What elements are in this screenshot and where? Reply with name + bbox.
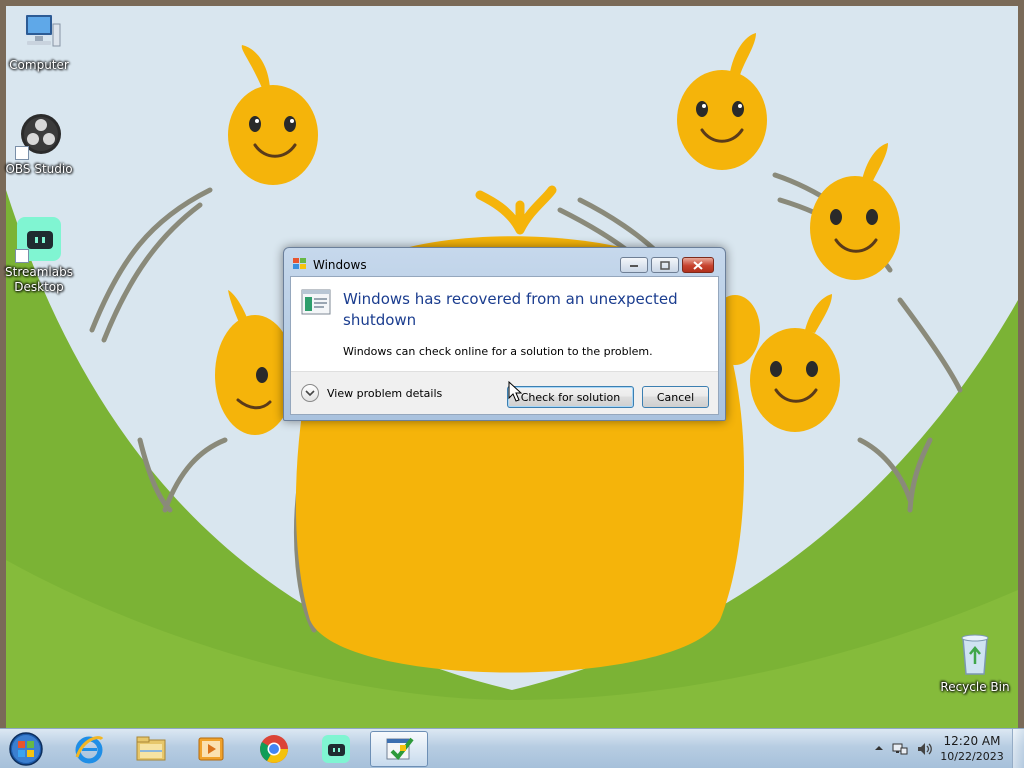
network-icon[interactable] bbox=[892, 741, 908, 757]
close-button[interactable] bbox=[682, 257, 714, 273]
shortcut-arrow-icon bbox=[15, 146, 29, 160]
minimize-button[interactable] bbox=[620, 257, 648, 273]
desktop-icon-recycle-bin[interactable]: Recycle Bin bbox=[937, 630, 1013, 695]
streamlabs-icon bbox=[322, 735, 350, 763]
taskbar: 12:20 AM 10/22/2023 bbox=[0, 728, 1024, 768]
close-icon bbox=[693, 260, 703, 270]
dialog-message: Windows can check online for a solution … bbox=[343, 345, 653, 358]
maximize-icon bbox=[660, 260, 670, 270]
dialog-heading: Windows has recovered from an unexpected… bbox=[343, 290, 678, 329]
desktop-icon-computer[interactable]: Computer bbox=[1, 8, 77, 73]
cancel-button[interactable]: Cancel bbox=[642, 386, 709, 408]
view-problem-details-toggle[interactable]: View problem details bbox=[301, 383, 442, 403]
minimize-icon bbox=[630, 265, 638, 267]
taskbar-streamlabs[interactable] bbox=[307, 731, 365, 767]
obs-studio-icon bbox=[15, 112, 63, 160]
media-player-icon bbox=[198, 737, 224, 761]
start-button[interactable] bbox=[4, 730, 48, 768]
volume-icon[interactable] bbox=[916, 741, 934, 757]
problem-reports-icon bbox=[386, 737, 414, 761]
start-orb-icon bbox=[9, 732, 43, 766]
desktop-icon-label: Recycle Bin bbox=[940, 680, 1010, 694]
internet-explorer-icon bbox=[75, 736, 104, 764]
windows-flag-icon bbox=[292, 257, 308, 271]
show-desktop-button[interactable] bbox=[1012, 729, 1024, 768]
taskbar-clock[interactable]: 12:20 AM 10/22/2023 bbox=[936, 733, 1008, 765]
taskbar-internet-explorer[interactable] bbox=[60, 731, 118, 767]
system-tray: 12:20 AM 10/22/2023 bbox=[864, 729, 1024, 768]
desktop-icon-label: OBS Studio bbox=[5, 162, 73, 176]
check-for-solution-button[interactable]: Check for solution bbox=[507, 386, 634, 408]
chevron-down-icon bbox=[301, 384, 319, 402]
clock-date: 10/22/2023 bbox=[940, 750, 1004, 763]
computer-icon bbox=[15, 8, 63, 56]
mouse-cursor-icon bbox=[508, 381, 522, 402]
maximize-button[interactable] bbox=[651, 257, 679, 273]
recycle-bin-icon bbox=[951, 630, 999, 678]
dialog-title: Windows bbox=[313, 258, 367, 272]
view-problem-details-label: View problem details bbox=[327, 386, 443, 400]
shortcut-arrow-icon bbox=[15, 249, 29, 263]
clock-time: 12:20 AM bbox=[943, 734, 1001, 748]
taskbar-media-player[interactable] bbox=[182, 731, 240, 767]
dialog-footer: View problem details Check for solution … bbox=[291, 371, 718, 414]
desktop-icon-streamlabs[interactable]: Streamlabs Desktop bbox=[1, 215, 77, 295]
desktop-icon-label: Streamlabs Desktop bbox=[5, 265, 73, 294]
problem-report-icon bbox=[301, 289, 331, 315]
windows-recovery-dialog[interactable]: Windows Windows has recovered from an un… bbox=[283, 247, 726, 421]
desktop-icon-label: Computer bbox=[9, 58, 69, 72]
chrome-icon bbox=[260, 735, 288, 763]
show-hidden-icons-icon[interactable] bbox=[874, 743, 884, 753]
taskbar-file-explorer[interactable] bbox=[122, 731, 180, 767]
streamlabs-icon bbox=[15, 215, 63, 263]
taskbar-chrome[interactable] bbox=[245, 731, 303, 767]
desktop-icon-obs-studio[interactable]: OBS Studio bbox=[1, 112, 77, 177]
dialog-content: Windows has recovered from an unexpected… bbox=[290, 276, 719, 415]
taskbar-problem-reports[interactable] bbox=[370, 731, 428, 767]
dialog-titlebar[interactable]: Windows bbox=[284, 248, 725, 277]
desktop[interactable]: Computer OBS Studio Streamlabs Desktop R… bbox=[0, 0, 1024, 728]
file-explorer-icon bbox=[136, 736, 166, 761]
